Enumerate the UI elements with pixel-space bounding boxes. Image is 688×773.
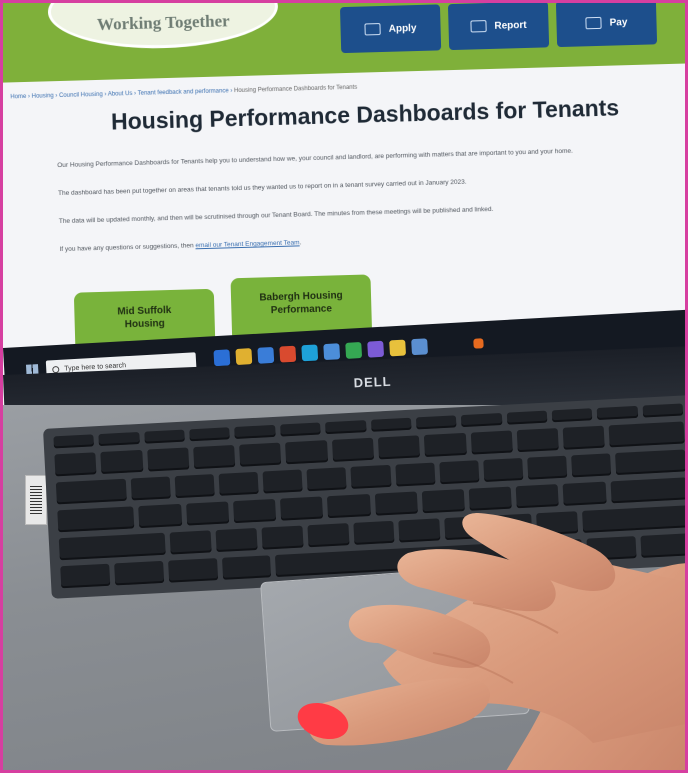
photo-frame: Working Together Apply Report Pay Home ›… — [0, 0, 688, 773]
hand-on-touchpad — [297, 513, 685, 770]
